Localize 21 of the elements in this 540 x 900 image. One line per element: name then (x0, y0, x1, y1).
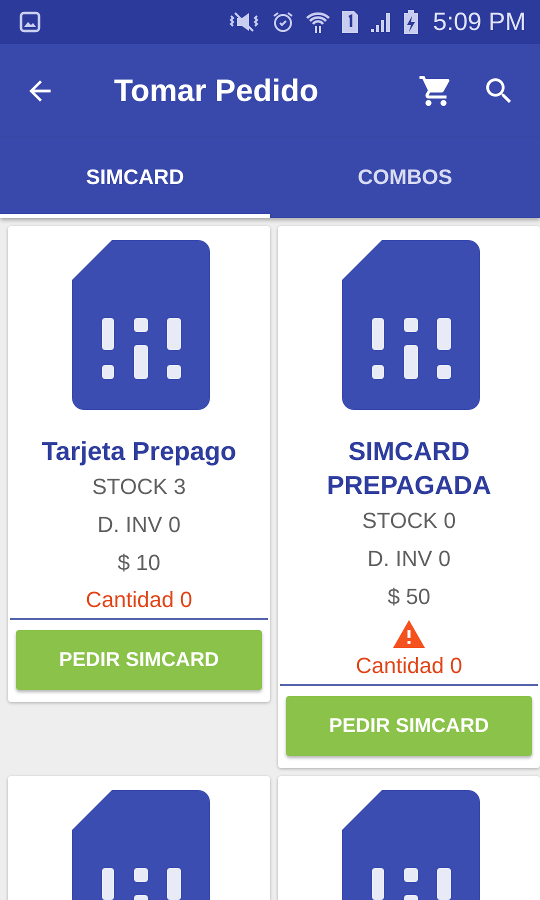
battery-icon (402, 9, 419, 35)
status-time: 5:09 PM (432, 8, 526, 36)
simcard-icon (342, 240, 480, 410)
image-icon (18, 10, 42, 34)
alarm-icon (270, 10, 295, 34)
tab[interactable]: SIMCARD (0, 138, 270, 218)
price-label: $ 10 (118, 549, 160, 577)
stock-label: STOCK 0 (362, 507, 456, 535)
signal-icon (368, 10, 393, 34)
product-name: SIMCARD PREPAGADA (326, 435, 492, 502)
sim-icon (340, 10, 359, 34)
screen-title: Tomar Pedido (114, 73, 320, 109)
inventory-label: D. INV 0 (97, 511, 181, 539)
quantity-label: Cantidad 0 (10, 582, 268, 620)
inventory-label: D. INV 0 (367, 545, 451, 573)
stock-label: STOCK 3 (92, 473, 186, 501)
quantity-label: Cantidad 0 (280, 648, 538, 686)
simcard-icon (72, 240, 210, 410)
product-name: Tarjeta Prepago (40, 435, 238, 468)
price-label: $ 50 (388, 583, 430, 611)
tab[interactable]: COMBOS (270, 138, 540, 218)
